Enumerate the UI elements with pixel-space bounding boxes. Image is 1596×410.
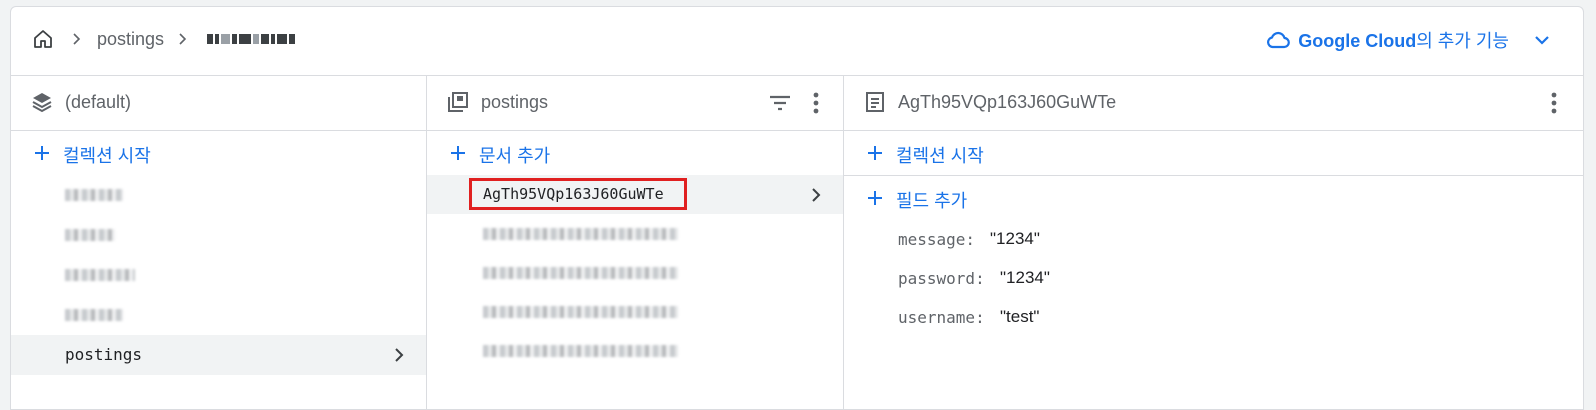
redacted-document-id bbox=[483, 228, 678, 240]
start-subcollection-button[interactable]: 컬렉션 시작 bbox=[844, 131, 1583, 176]
chevron-right-icon bbox=[179, 33, 187, 45]
breadcrumb-item-postings[interactable]: postings bbox=[97, 29, 164, 50]
redacted-document-id bbox=[483, 306, 678, 318]
redacted-collection-name bbox=[65, 269, 135, 281]
add-field-label: 필드 추가 bbox=[896, 191, 968, 211]
home-icon[interactable] bbox=[31, 27, 55, 51]
more-vert-icon[interactable] bbox=[803, 90, 829, 116]
highlight-box bbox=[469, 178, 687, 210]
document-item[interactable] bbox=[427, 292, 843, 331]
database-title: (default) bbox=[65, 92, 132, 112]
redacted-document-id bbox=[483, 345, 678, 357]
google-cloud-label: Google Cloud bbox=[1298, 31, 1417, 51]
chevron-down-icon bbox=[1535, 36, 1549, 45]
field-key: password: bbox=[898, 269, 985, 288]
chevron-right-icon bbox=[73, 33, 81, 45]
collection-panel: postings 문서 추가 AgTh95VQp163J60GuWTe bbox=[427, 75, 844, 409]
root-panel-header: (default) bbox=[11, 75, 426, 131]
more-vert-icon[interactable] bbox=[1541, 90, 1567, 116]
start-collection-label: 컬렉션 시작 bbox=[63, 146, 151, 166]
document-icon bbox=[866, 92, 884, 112]
document-panel-header: AgTh95VQp163J60GuWTe bbox=[844, 75, 1583, 131]
collection-item[interactable] bbox=[11, 175, 426, 215]
add-document-button[interactable]: 문서 추가 bbox=[427, 131, 843, 175]
collection-item-postings[interactable]: postings bbox=[11, 335, 426, 375]
breadcrumb-item-redacted[interactable] bbox=[207, 34, 295, 44]
field-value: "1234" bbox=[990, 229, 1040, 248]
plus-icon bbox=[868, 146, 882, 160]
field-row-password[interactable]: password: "1234" bbox=[844, 259, 1583, 298]
plus-icon bbox=[868, 191, 882, 205]
database-icon bbox=[32, 93, 52, 113]
google-cloud-extensions-button[interactable]: Google Cloud의 추가 기능 bbox=[1266, 25, 1553, 55]
document-item[interactable] bbox=[427, 253, 843, 292]
firestore-data-viewer: postings Google Cloud의 추가 기능 (default) 컬… bbox=[10, 6, 1584, 410]
document-item[interactable] bbox=[427, 331, 843, 370]
plus-icon bbox=[35, 146, 49, 160]
document-item[interactable] bbox=[427, 214, 843, 253]
add-document-label: 문서 추가 bbox=[479, 146, 551, 166]
field-value: "test" bbox=[1000, 307, 1040, 326]
document-title: AgTh95VQp163J60GuWTe bbox=[898, 92, 1117, 112]
collection-label: postings bbox=[65, 345, 143, 364]
field-key: username: bbox=[898, 308, 985, 327]
collection-item[interactable] bbox=[11, 215, 426, 255]
start-subcollection-label: 컬렉션 시작 bbox=[896, 146, 984, 166]
extensions-label: 의 추가 기능 bbox=[1416, 31, 1509, 51]
cloud-icon bbox=[1267, 31, 1291, 49]
collection-icon bbox=[448, 92, 468, 112]
document-item-selected[interactable]: AgTh95VQp163J60GuWTe bbox=[427, 175, 843, 214]
breadcrumb: postings Google Cloud의 추가 기능 bbox=[11, 7, 1583, 76]
field-key: message: bbox=[898, 230, 976, 249]
redacted-document-id bbox=[483, 267, 678, 279]
field-row-username[interactable]: username: "test" bbox=[844, 298, 1583, 337]
chevron-right-icon bbox=[395, 348, 404, 362]
field-row-message[interactable]: message: "1234" bbox=[844, 220, 1583, 259]
collection-item[interactable] bbox=[11, 255, 426, 295]
start-collection-button[interactable]: 컬렉션 시작 bbox=[11, 131, 426, 175]
redacted-collection-name bbox=[65, 309, 123, 321]
add-field-button[interactable]: 필드 추가 bbox=[844, 176, 1583, 220]
redacted-collection-name bbox=[65, 229, 115, 241]
field-value: "1234" bbox=[1000, 268, 1050, 287]
collection-title: postings bbox=[481, 92, 549, 112]
filter-icon[interactable] bbox=[767, 90, 793, 116]
collection-panel-header: postings bbox=[427, 75, 843, 131]
redacted-collection-name bbox=[65, 189, 123, 201]
document-panel: AgTh95VQp163J60GuWTe 컬렉션 시작 필드 추가 messag… bbox=[844, 75, 1583, 409]
chevron-right-icon bbox=[812, 188, 821, 202]
root-panel: (default) 컬렉션 시작 postings bbox=[11, 75, 427, 409]
collection-item[interactable] bbox=[11, 295, 426, 335]
plus-icon bbox=[451, 146, 465, 160]
